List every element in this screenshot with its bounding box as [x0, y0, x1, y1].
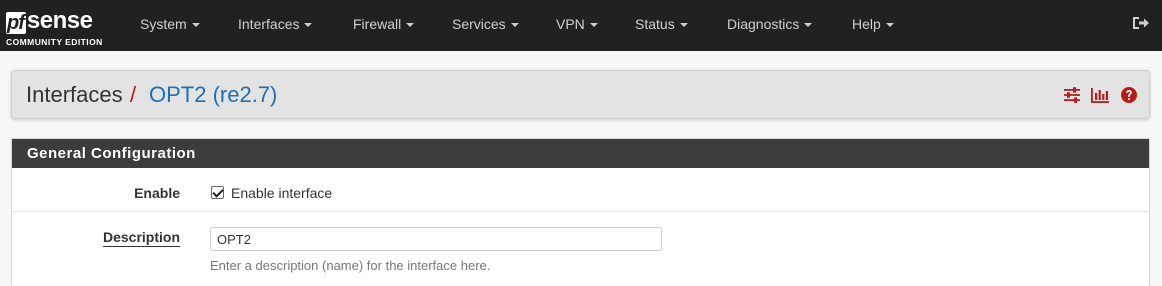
- caret-down-icon: [679, 23, 688, 28]
- general-configuration-panel: General Configuration Enable Enable inte…: [11, 138, 1150, 286]
- question-circle-icon[interactable]: [1120, 86, 1138, 104]
- nav-system[interactable]: System: [140, 0, 200, 51]
- description-label-text: Description: [102, 229, 180, 247]
- breadcrumb-section[interactable]: Interfaces: [26, 82, 123, 108]
- description-help-text: Enter a description (name) for the inter…: [210, 258, 491, 273]
- nav-services-label: Services: [452, 16, 506, 32]
- description-label: Description: [102, 229, 180, 247]
- page-header: Interfaces / OPT2 (re2.7): [11, 70, 1150, 119]
- top-navbar: pf sense COMMUNITY EDITION System Interf…: [0, 0, 1162, 51]
- nav-vpn[interactable]: VPN: [556, 0, 598, 51]
- edition-label: COMMUNITY EDITION: [6, 37, 103, 47]
- nav-vpn-label: VPN: [556, 16, 585, 32]
- nav-interfaces-label: Interfaces: [238, 16, 300, 32]
- nav-help[interactable]: Help: [852, 0, 894, 51]
- nav-status[interactable]: Status: [635, 0, 688, 51]
- logo-sense: sense: [26, 7, 93, 34]
- enable-label: Enable: [134, 185, 180, 201]
- sign-out-icon[interactable]: [1132, 15, 1150, 31]
- caret-down-icon: [304, 23, 313, 28]
- breadcrumb-separator: /: [130, 82, 137, 107]
- nav-help-label: Help: [852, 16, 881, 32]
- nav-diagnostics-label: Diagnostics: [727, 16, 800, 32]
- enable-interface-checkbox[interactable]: [211, 186, 224, 199]
- description-input[interactable]: [210, 227, 662, 251]
- caret-down-icon: [406, 23, 415, 28]
- enable-interface-label[interactable]: Enable interface: [231, 185, 332, 201]
- nav-firewall-label: Firewall: [353, 16, 402, 32]
- nav-diagnostics[interactable]: Diagnostics: [727, 0, 813, 51]
- description-row: Description Enter a description (name) f…: [12, 211, 1149, 281]
- nav-status-label: Status: [635, 16, 675, 32]
- logo-wordmark: pf sense: [6, 6, 93, 34]
- panel-title: General Configuration: [12, 139, 1149, 168]
- nav-system-label: System: [140, 16, 187, 32]
- bar-chart-icon[interactable]: [1090, 86, 1110, 104]
- enable-row: Enable Enable interface: [12, 168, 1149, 212]
- caret-down-icon: [804, 23, 813, 28]
- pfsense-logo[interactable]: pf sense COMMUNITY EDITION: [6, 6, 114, 48]
- nav-services[interactable]: Services: [452, 0, 519, 51]
- logo-pf: pf: [6, 12, 26, 34]
- caret-down-icon: [885, 23, 894, 28]
- sliders-icon[interactable]: [1063, 86, 1081, 104]
- caret-down-icon: [510, 23, 519, 28]
- nav-firewall[interactable]: Firewall: [353, 0, 415, 51]
- caret-down-icon: [589, 23, 598, 28]
- caret-down-icon: [191, 23, 200, 28]
- breadcrumb-current[interactable]: OPT2 (re2.7): [149, 82, 277, 108]
- nav-interfaces[interactable]: Interfaces: [238, 0, 313, 51]
